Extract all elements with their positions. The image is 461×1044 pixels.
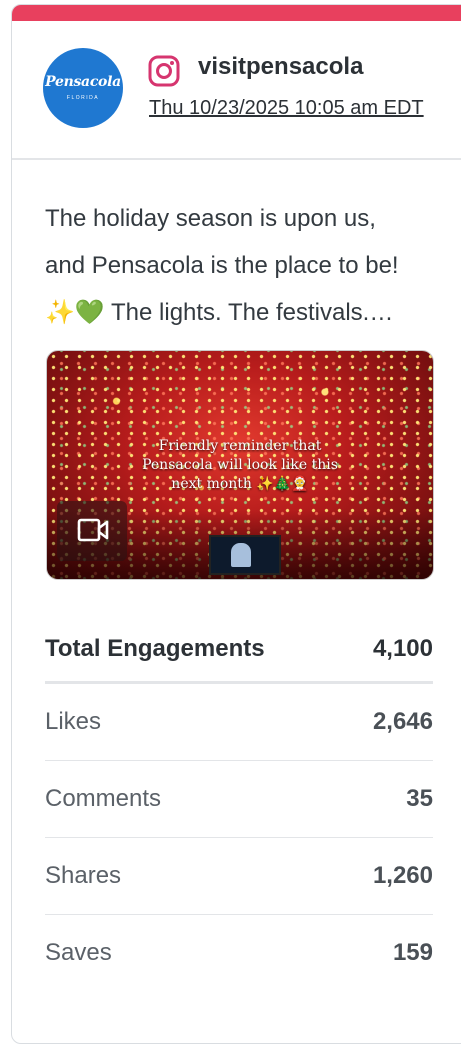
metric-row-shares: Shares 1,260: [45, 838, 433, 915]
overlay-line: Pensacola will look like this: [142, 457, 338, 473]
metric-label: Shares: [45, 862, 122, 889]
metric-label: Saves: [45, 939, 112, 966]
accent-bar: [12, 5, 461, 21]
metric-row-total-engagements: Total Engagements 4,100: [45, 617, 433, 684]
metric-label: Comments: [45, 785, 162, 812]
media-overlay-caption: Friendly reminder that Pensacola will lo…: [117, 437, 363, 494]
metric-value: 35: [406, 785, 433, 812]
caption-line: The holiday season is upon us,: [45, 205, 376, 232]
metric-row-comments: Comments 35: [45, 761, 433, 838]
media-tv-screen: [209, 535, 281, 575]
metric-value: 2,646: [372, 708, 433, 735]
metric-value: 159: [392, 939, 433, 966]
post-card: Pensacola FLORIDA visitpensacola Thu 10/…: [11, 4, 461, 1044]
instagram-icon: [148, 55, 180, 87]
metric-row-saves: Saves 159: [45, 915, 433, 991]
post-timestamp-link[interactable]: Thu 10/23/2025 10:05 am EDT: [149, 97, 433, 120]
caption-line: ✨💚 The lights. The festivals.…: [45, 299, 394, 326]
video-camera-icon: [57, 501, 127, 561]
caption-line: and Pensacola is the place to be!: [45, 252, 399, 279]
post-media-thumbnail[interactable]: Friendly reminder that Pensacola will lo…: [46, 350, 434, 580]
overlay-line: Friendly reminder that: [158, 438, 322, 454]
avatar-logo-subtext: FLORIDA: [66, 95, 100, 101]
avatar-logo-text: Pensacola: [45, 74, 121, 90]
metric-value: 1,260: [372, 862, 433, 889]
engagement-metrics: Total Engagements 4,100 Likes 2,646 Comm…: [45, 617, 433, 991]
metric-label: Total Engagements: [45, 635, 265, 662]
overlay-line: next month ✨🎄🤶: [171, 476, 309, 492]
metric-row-likes: Likes 2,646: [45, 684, 433, 761]
avatar[interactable]: Pensacola FLORIDA: [43, 48, 123, 128]
account-name[interactable]: visitpensacola: [198, 53, 363, 81]
metric-label: Likes: [45, 708, 102, 735]
post-caption: The holiday season is upon us, and Pensa…: [45, 195, 440, 336]
metric-value: 4,100: [372, 635, 433, 662]
post-header: Pensacola FLORIDA visitpensacola Thu 10/…: [12, 21, 461, 160]
